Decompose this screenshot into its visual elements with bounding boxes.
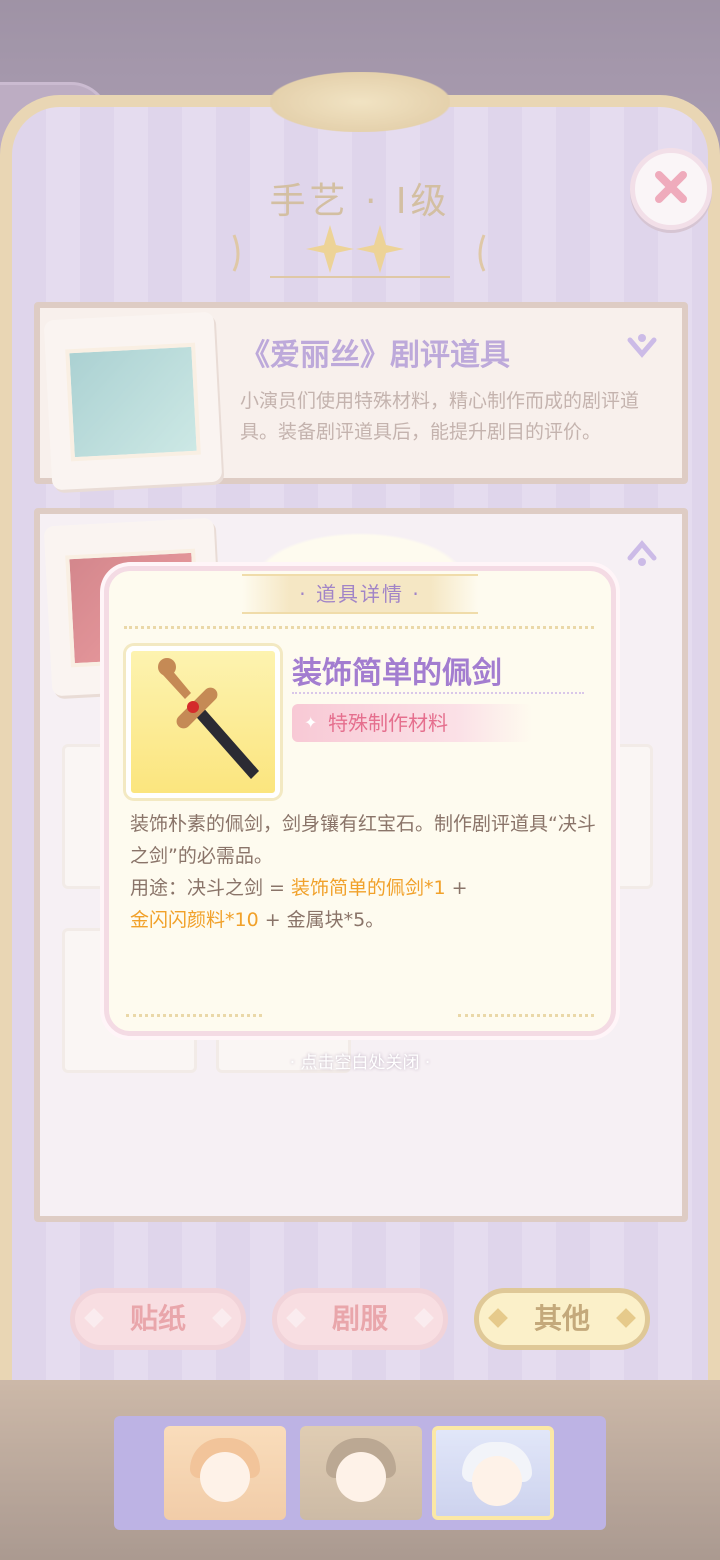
divider — [124, 626, 594, 629]
item-name: 装饰简单的佩剑 — [292, 656, 502, 691]
sword-icon — [158, 658, 259, 779]
usage-ingredient-1: 装饰简单的佩剑*1 — [291, 877, 446, 899]
divider — [458, 1014, 594, 1017]
usage-suffix: + 金属块*5。 — [258, 909, 385, 931]
item-description: 装饰朴素的佩剑，剑身镶有红宝石。制作剧评道具“决斗之剑”的必需品。 用途：决斗之… — [130, 808, 596, 936]
usage-ingredient-2: 金闪闪颜料*10 — [130, 909, 259, 931]
usage-prefix: 用途：决斗之剑 = — [130, 877, 291, 899]
sparkle-icon: ✦ — [304, 713, 318, 732]
item-category: 特殊制作材料 — [328, 711, 448, 735]
item-image — [126, 646, 280, 798]
divider — [292, 692, 584, 694]
tap-to-close-hint: · 点击空白处关闭 · — [289, 1053, 431, 1073]
divider — [126, 1014, 262, 1017]
usage-separator: + — [445, 877, 468, 899]
popup-header-label: · 道具详情 · — [242, 574, 478, 614]
app-screen: 手艺 · Ⅰ级 《爱丽丝》剧评道具 小演员们使用特殊材料，精心制作而成的剧评道具… — [0, 0, 720, 1560]
item-detail-popup — [104, 566, 616, 1036]
item-category-badge: ✦ 特殊制作材料 — [292, 704, 532, 742]
description-text: 装饰朴素的佩剑，剑身镶有红宝石。制作剧评道具“决斗之剑”的必需品。 — [130, 813, 596, 867]
